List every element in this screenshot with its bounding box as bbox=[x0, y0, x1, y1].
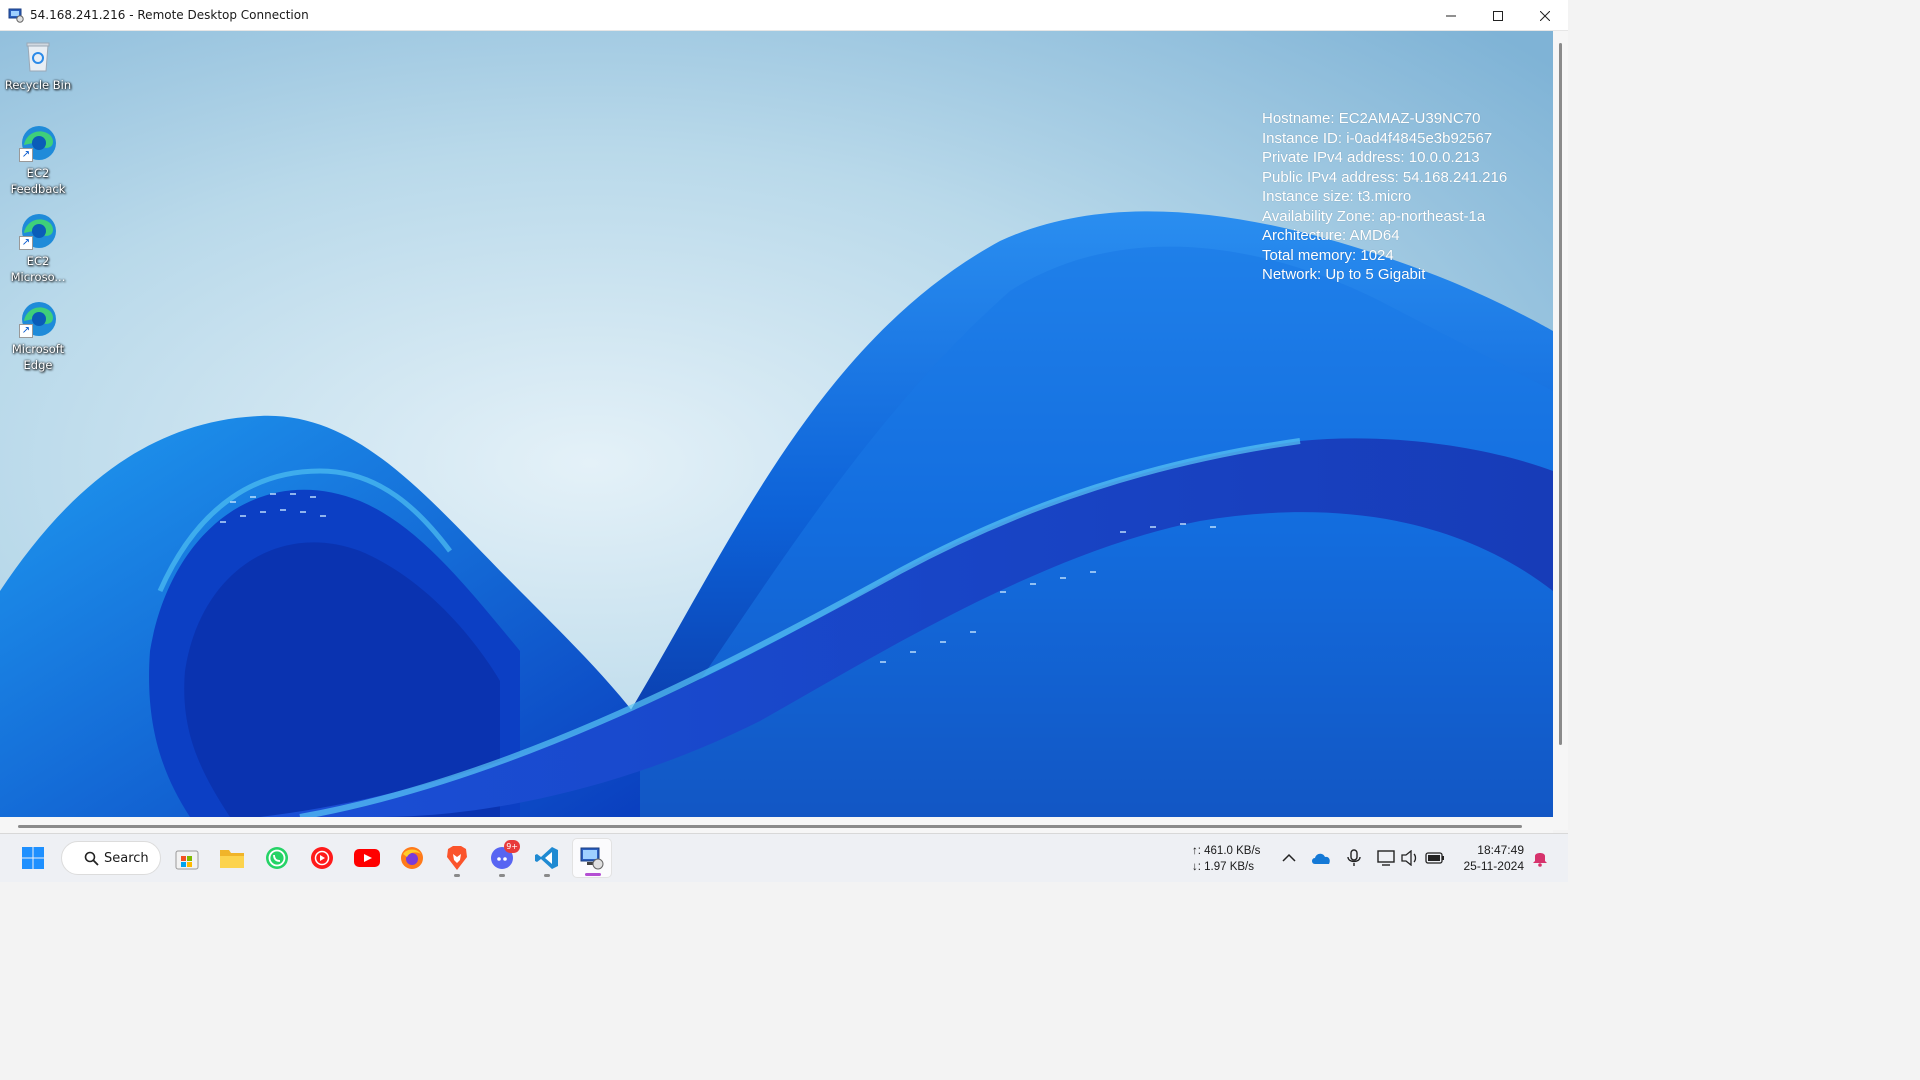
running-indicator bbox=[454, 874, 460, 877]
edge-shortcut-icon: ↗ bbox=[18, 123, 58, 163]
taskbar-app-remote-desktop[interactable] bbox=[572, 838, 612, 878]
close-button[interactable] bbox=[1521, 0, 1568, 31]
taskbar-app-youtube-music[interactable] bbox=[302, 838, 342, 878]
info-public-ip: Public IPv4 address: 54.168.241.216 bbox=[1262, 168, 1508, 186]
remote-desktop-area[interactable]: Recycle Bin ↗ EC2 Feedback ↗ EC2 Microso… bbox=[0, 31, 1553, 817]
chevron-up-icon bbox=[1282, 853, 1296, 862]
instance-info-overlay: Hostname: EC2AMAZ-U39NC70 Instance ID: i… bbox=[1262, 109, 1507, 285]
show-hidden-icons-button[interactable] bbox=[1279, 848, 1299, 868]
edge-shortcut-icon: ↗ bbox=[18, 211, 58, 251]
info-hostname: Hostname: EC2AMAZ-U39NC70 bbox=[1262, 110, 1481, 127]
remote-desktop-icon bbox=[8, 8, 24, 23]
vscode-icon bbox=[535, 847, 558, 869]
desktop-icon-label: Recycle Bin bbox=[4, 78, 72, 92]
running-indicator bbox=[499, 874, 505, 877]
download-speed: ↓: 1.97 KB/s bbox=[1192, 861, 1255, 873]
upload-speed: ↑: 461.0 KB/s bbox=[1192, 845, 1261, 857]
info-availability-zone: Availability Zone: ap-northeast-1a bbox=[1262, 207, 1486, 225]
network-speed: ↑: 461.0 KB/s ↓: 1.97 KB/s bbox=[1192, 843, 1260, 875]
desktop-icon-label: EC2 Feedback bbox=[10, 166, 66, 196]
taskbar-app-vscode[interactable] bbox=[527, 838, 567, 878]
youtube-music-icon bbox=[311, 847, 333, 869]
horizontal-scroll-thumb[interactable] bbox=[18, 825, 1522, 828]
info-network: Network: Up to 5 Gigabit bbox=[1262, 266, 1426, 283]
taskbar: Search 9+ ↑: 461.0 KB/s ↓: 1.97 KB/s 18:… bbox=[0, 833, 1568, 882]
desktop-icon-label: EC2 Microso... bbox=[10, 254, 66, 284]
tray-battery[interactable] bbox=[1425, 848, 1445, 868]
info-architecture: Architecture: AMD64 bbox=[1262, 227, 1400, 244]
battery-icon bbox=[1425, 852, 1444, 864]
remote-desktop-icon bbox=[580, 847, 604, 870]
start-button[interactable] bbox=[13, 838, 53, 878]
system-clock[interactable]: 18:47:49 25-11-2024 bbox=[1464, 842, 1525, 874]
tray-volume[interactable] bbox=[1400, 848, 1420, 868]
recycle-bin-icon bbox=[26, 42, 50, 72]
info-total-memory: Total memory: 1024 bbox=[1262, 246, 1394, 264]
windows-start-icon bbox=[22, 847, 44, 869]
folder-icon bbox=[220, 850, 244, 868]
whatsapp-icon bbox=[266, 847, 288, 869]
display-icon bbox=[1377, 850, 1395, 866]
vertical-scroll-thumb[interactable] bbox=[1559, 43, 1562, 745]
window-title: 54.168.241.216 - Remote Desktop Connecti… bbox=[30, 8, 309, 22]
active-indicator bbox=[585, 873, 601, 876]
desktop-icon-ec2-feedback[interactable]: ↗ EC2 Feedback bbox=[0, 123, 76, 197]
window-titlebar: 54.168.241.216 - Remote Desktop Connecti… bbox=[0, 0, 1568, 31]
minimize-icon bbox=[1445, 15, 1456, 16]
tray-onedrive[interactable] bbox=[1311, 848, 1331, 868]
bell-icon bbox=[1533, 853, 1547, 867]
onedrive-icon bbox=[1312, 853, 1330, 864]
tray-display[interactable] bbox=[1376, 848, 1396, 868]
store-icon bbox=[175, 850, 199, 870]
microphone-icon bbox=[1347, 849, 1361, 866]
search-label: Search bbox=[104, 850, 149, 866]
maximize-button[interactable] bbox=[1474, 0, 1521, 31]
notification-badge: 9+ bbox=[504, 840, 520, 853]
clock-time: 18:47:49 bbox=[1477, 843, 1524, 857]
taskbar-search[interactable]: Search bbox=[61, 841, 161, 875]
youtube-icon bbox=[354, 849, 380, 867]
info-instance-id: Instance ID: i-0ad4f4845e3b92567 bbox=[1262, 129, 1493, 147]
maximize-icon bbox=[1492, 10, 1503, 21]
info-private-ip: Private IPv4 address: 10.0.0.213 bbox=[1262, 149, 1480, 166]
desktop-icon-label: Microsoft Edge bbox=[11, 342, 65, 372]
edge-shortcut-icon: ↗ bbox=[18, 299, 58, 339]
minimize-button[interactable] bbox=[1427, 0, 1474, 31]
desktop-icon-ec2-microsoft[interactable]: ↗ EC2 Microso... bbox=[0, 211, 76, 285]
tray-microphone[interactable] bbox=[1344, 848, 1364, 868]
search-icon bbox=[84, 851, 99, 866]
taskbar-app-youtube[interactable] bbox=[347, 838, 387, 878]
firefox-icon bbox=[401, 847, 423, 869]
horizontal-scrollbar[interactable] bbox=[0, 817, 1553, 833]
desktop-icon-microsoft-edge[interactable]: ↗ Microsoft Edge bbox=[0, 299, 76, 373]
window-controls bbox=[1427, 0, 1568, 31]
speaker-icon bbox=[1401, 850, 1417, 866]
taskbar-app-store[interactable] bbox=[167, 838, 207, 878]
taskbar-app-brave[interactable] bbox=[437, 838, 477, 878]
desktop-icon-recycle-bin[interactable]: Recycle Bin bbox=[0, 39, 76, 93]
taskbar-app-whatsapp[interactable] bbox=[257, 838, 297, 878]
close-icon bbox=[1539, 10, 1550, 21]
brave-icon bbox=[447, 846, 467, 870]
notification-center-button[interactable] bbox=[1530, 848, 1550, 868]
info-instance-size: Instance size: t3.micro bbox=[1262, 188, 1412, 205]
taskbar-app-discord[interactable]: 9+ bbox=[482, 838, 522, 878]
vertical-scrollbar[interactable] bbox=[1553, 31, 1568, 830]
taskbar-app-firefox[interactable] bbox=[392, 838, 432, 878]
running-indicator bbox=[544, 874, 550, 877]
clock-date: 25-11-2024 bbox=[1463, 859, 1525, 873]
taskbar-app-file-explorer[interactable] bbox=[212, 838, 252, 878]
